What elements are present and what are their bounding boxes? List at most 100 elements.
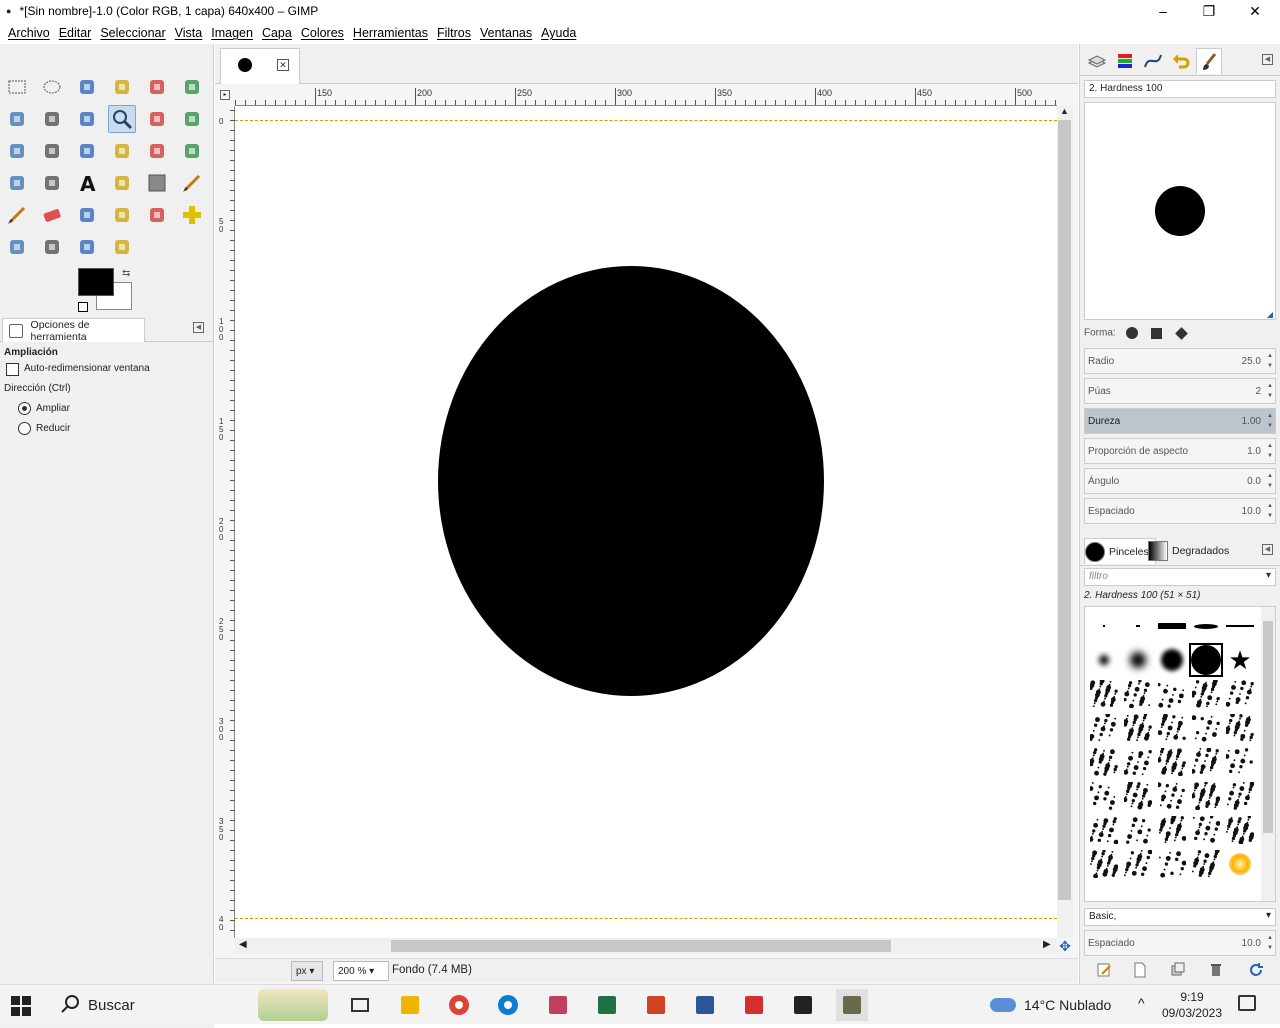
- brush-cell[interactable]: ★: [1223, 643, 1257, 677]
- tab-channels-icon[interactable]: [1112, 48, 1138, 74]
- taskbar-search[interactable]: Buscar: [48, 985, 328, 1025]
- crop-icon[interactable]: [38, 137, 66, 165]
- brush-cell[interactable]: [1189, 677, 1223, 711]
- brush-cell[interactable]: [1189, 813, 1223, 847]
- heal-icon[interactable]: [178, 201, 206, 229]
- shear-icon[interactable]: [143, 137, 171, 165]
- fuzzy-select-icon[interactable]: [108, 73, 136, 101]
- brush-cell[interactable]: [1155, 677, 1189, 711]
- clock[interactable]: 9:19 09/03/2023: [1158, 989, 1226, 1021]
- delete-brush-icon[interactable]: [1208, 962, 1224, 978]
- brush-cell[interactable]: [1189, 779, 1223, 813]
- spacing-slider[interactable]: Espaciado 10.0 ▲ ▼: [1084, 498, 1276, 524]
- tag-set-dropdown-icon[interactable]: ▾: [1266, 910, 1271, 921]
- task-view-icon[interactable]: [344, 989, 376, 1021]
- zoom-in-radio[interactable]: [18, 402, 31, 415]
- menu-capa[interactable]: Capa: [262, 26, 292, 40]
- slider-arrows-icon[interactable]: ▲ ▼: [1267, 471, 1273, 491]
- radius-slider[interactable]: Radio 25.0 ▲ ▼: [1084, 348, 1276, 374]
- paths-icon[interactable]: [38, 105, 66, 133]
- horizontal-scrollbar[interactable]: ◀ ▶: [235, 938, 1057, 954]
- zoom-out-radio[interactable]: [18, 422, 31, 435]
- blur-icon[interactable]: [38, 233, 66, 261]
- zoom-icon[interactable]: [108, 105, 136, 133]
- clone-icon[interactable]: [143, 201, 171, 229]
- brush-cell[interactable]: [1155, 779, 1189, 813]
- select-by-color-icon[interactable]: [143, 73, 171, 101]
- tab-paths-icon[interactable]: [1140, 48, 1166, 74]
- tray-chevron-icon[interactable]: ^: [1138, 995, 1145, 1011]
- tab-layers-icon[interactable]: [1084, 48, 1110, 74]
- brush-cell[interactable]: [1087, 677, 1121, 711]
- brush-cell[interactable]: [1087, 847, 1121, 881]
- filter-input[interactable]: filtro ▾: [1084, 568, 1276, 586]
- dodge-burn-icon[interactable]: [108, 233, 136, 261]
- minimize-button[interactable]: –: [1140, 0, 1186, 22]
- brush-cell[interactable]: [1155, 643, 1189, 677]
- free-select-icon[interactable]: [73, 73, 101, 101]
- edge-icon[interactable]: [492, 989, 524, 1021]
- tab-menu-icon[interactable]: ◀: [193, 322, 204, 333]
- brush-cell[interactable]: [1121, 643, 1155, 677]
- move-icon[interactable]: [178, 105, 206, 133]
- refresh-brushes-icon[interactable]: [1248, 962, 1264, 978]
- slider-arrows-icon[interactable]: ▲ ▼: [1267, 501, 1273, 521]
- auto-resize-checkbox[interactable]: [6, 363, 19, 376]
- acrobat-icon[interactable]: [738, 989, 770, 1021]
- brush-cell[interactable]: [1223, 813, 1257, 847]
- gimp-icon[interactable]: [836, 989, 868, 1021]
- close-button[interactable]: ✕: [1232, 0, 1278, 22]
- angle-slider[interactable]: Ángulo 0.0 ▲ ▼: [1084, 468, 1276, 494]
- brush-cell[interactable]: [1087, 745, 1121, 779]
- windows-start-icon[interactable]: [10, 995, 32, 1017]
- brush-cell[interactable]: [1121, 779, 1155, 813]
- menu-vista[interactable]: Vista: [175, 26, 203, 40]
- menu-imagen[interactable]: Imagen: [211, 26, 253, 40]
- shape-square-icon[interactable]: [1151, 327, 1163, 339]
- gradient-icon[interactable]: [143, 169, 171, 197]
- cage-icon[interactable]: [38, 169, 66, 197]
- brush-cell[interactable]: [1189, 643, 1223, 677]
- navigate-icon[interactable]: ✥: [1057, 938, 1073, 954]
- airbrush-icon[interactable]: [73, 201, 101, 229]
- new-brush-icon[interactable]: [1132, 962, 1148, 978]
- brush-cell[interactable]: [1121, 711, 1155, 745]
- weather-widget[interactable]: 14°C Nublado: [990, 985, 1111, 1025]
- scissors-icon[interactable]: [178, 73, 206, 101]
- rotate-icon[interactable]: [73, 137, 101, 165]
- shape-circle-icon[interactable]: [1126, 327, 1139, 339]
- flip-icon[interactable]: [3, 169, 31, 197]
- brush-cell[interactable]: [1121, 813, 1155, 847]
- brush-cell[interactable]: [1121, 677, 1155, 711]
- brush-cell[interactable]: [1223, 847, 1257, 881]
- shape-diamond-icon[interactable]: [1175, 326, 1188, 340]
- inkscape-icon[interactable]: [787, 989, 819, 1021]
- image-canvas[interactable]: [235, 106, 1057, 938]
- quick-mask-icon[interactable]: ▸: [220, 90, 230, 100]
- menu-seleccionar[interactable]: Seleccionar: [100, 26, 165, 40]
- scroll-up-icon[interactable]: ▲: [1060, 106, 1069, 116]
- color-picker-icon[interactable]: [73, 105, 101, 133]
- aspect-ratio-slider[interactable]: Proporción de aspecto 1.0 ▲ ▼: [1084, 438, 1276, 464]
- brush-cell[interactable]: [1189, 745, 1223, 779]
- brush-cell[interactable]: [1223, 745, 1257, 779]
- slider-arrows-icon[interactable]: ▲ ▼: [1267, 933, 1273, 953]
- menu-editar[interactable]: Editar: [59, 26, 92, 40]
- horizontal-scroll-thumb[interactable]: [391, 940, 891, 952]
- photos-icon[interactable]: [542, 989, 574, 1021]
- brush-cell[interactable]: [1087, 813, 1121, 847]
- menu-archivo[interactable]: Archivo: [8, 26, 50, 40]
- menu-ayuda[interactable]: Ayuda: [541, 26, 576, 40]
- paintbrush-icon[interactable]: [3, 201, 31, 229]
- foreground-color-swatch[interactable]: [78, 268, 114, 296]
- perspective-icon[interactable]: [178, 137, 206, 165]
- brush-cell[interactable]: [1155, 847, 1189, 881]
- brush-cell[interactable]: [1223, 677, 1257, 711]
- spikes-slider[interactable]: Púas 2 ▲ ▼: [1084, 378, 1276, 404]
- scale-icon[interactable]: [108, 137, 136, 165]
- dock-menu-icon[interactable]: ◀: [1262, 54, 1273, 65]
- brush-cell[interactable]: [1189, 847, 1223, 881]
- brush-cell[interactable]: [1121, 847, 1155, 881]
- brush-name-field[interactable]: 2. Hardness 100: [1084, 80, 1276, 98]
- file-explorer-icon[interactable]: [394, 989, 426, 1021]
